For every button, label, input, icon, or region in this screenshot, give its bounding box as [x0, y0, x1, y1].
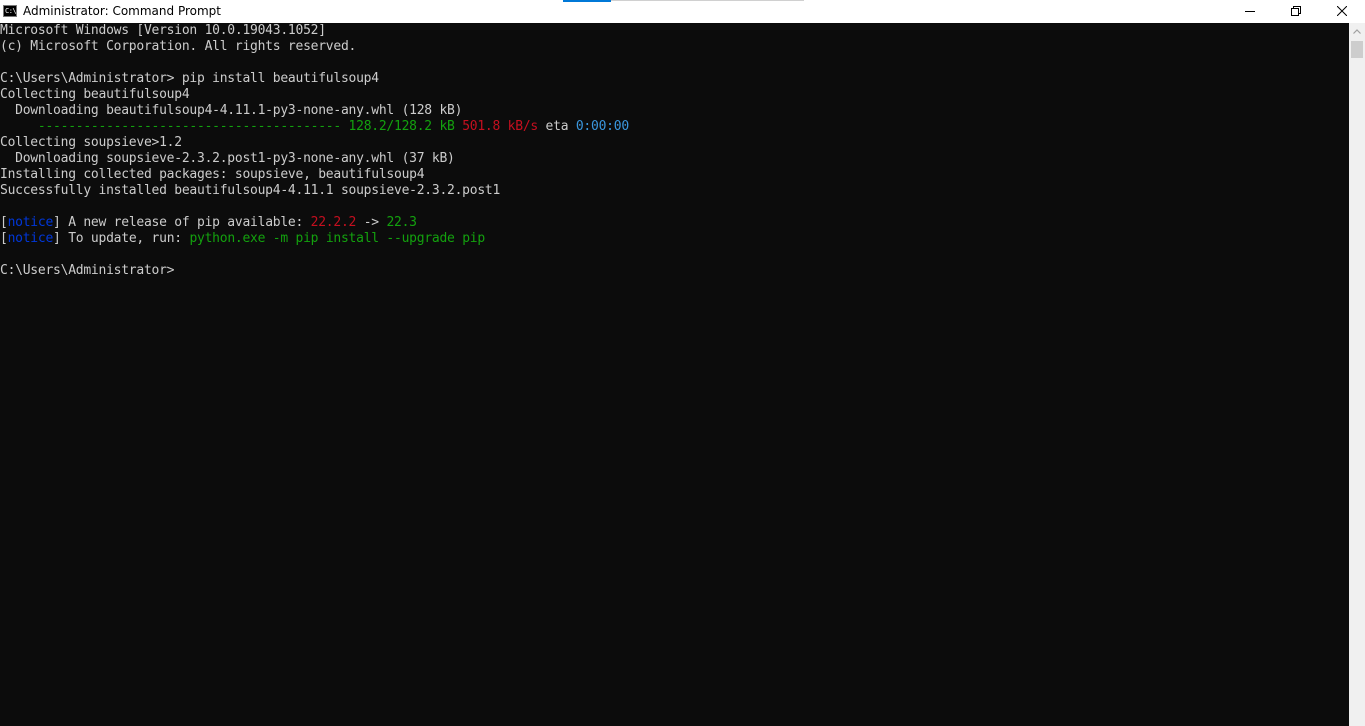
title-bar[interactable]: C:\ Administrator: Command Prompt — [0, 0, 1365, 23]
command-prompt-window: C:\ Administrator: Command Prompt Micros… — [0, 0, 1365, 726]
cmd-app-icon[interactable]: C:\ — [3, 5, 17, 17]
console-line-installing: Installing collected packages: soupsieve… — [0, 167, 425, 182]
console-line-version: Microsoft Windows [Version 10.0.19043.10… — [0, 23, 326, 38]
progress-bar: ---------------------------------------- — [37, 119, 341, 134]
title-bar-accent-line — [611, 0, 804, 1]
notice-arrow: -> — [356, 215, 387, 230]
console-line-collecting: Collecting beautifulsoup4 — [0, 87, 190, 102]
window-title: Administrator: Command Prompt — [23, 4, 221, 18]
notice-text: To update, run: — [60, 231, 190, 246]
minimize-icon — [1245, 11, 1255, 12]
scroll-thumb[interactable] — [1351, 41, 1363, 58]
progress-speed: 501.8 kB/s — [454, 119, 538, 134]
prompt: C:\Users\Administrator> — [0, 71, 175, 86]
restore-button[interactable] — [1273, 0, 1319, 23]
notice-bracket-close: ] — [53, 231, 61, 246]
console-line-downloading: Downloading beautifulsoup4-4.11.1-py3-no… — [0, 103, 463, 118]
notice-label: notice — [7, 231, 54, 246]
close-icon — [1337, 6, 1347, 16]
notice-bracket-close: ] — [53, 215, 61, 230]
vertical-scrollbar[interactable] — [1349, 23, 1365, 726]
cmd-app-icon-label: C:\ — [5, 7, 17, 15]
progress-size: 128.2/128.2 kB — [340, 119, 455, 134]
minimize-button[interactable] — [1227, 0, 1273, 23]
console-line-notice: [notice] To update, run: python.exe -m p… — [0, 231, 1349, 247]
console-line-downloading: Downloading soupsieve-2.3.2.post1-py3-no… — [0, 151, 455, 166]
notice-text: A new release of pip available: — [60, 215, 311, 230]
console-line-progress: ----------------------------------------… — [0, 119, 1349, 135]
notice-label: notice — [7, 215, 54, 230]
notice-old-version: 22.2.2 — [310, 215, 357, 230]
notice-bracket-open: [ — [0, 215, 8, 230]
title-bar-accent — [563, 0, 611, 2]
console-line-success: Successfully installed beautifulsoup4-4.… — [0, 183, 501, 198]
scroll-up-button[interactable] — [1349, 23, 1365, 40]
console-line-collecting: Collecting soupsieve>1.2 — [0, 135, 182, 150]
console-line-command: C:\Users\Administrator> pip install beau… — [0, 71, 1349, 87]
restore-icon — [1291, 6, 1301, 16]
chevron-up-icon — [1353, 29, 1361, 34]
close-button[interactable] — [1319, 0, 1365, 23]
progress-eta: 0:00:00 — [575, 119, 629, 134]
notice-new-version: 22.3 — [386, 215, 417, 230]
console-output[interactable]: Microsoft Windows [Version 10.0.19043.10… — [0, 23, 1349, 726]
console-line-prompt[interactable]: C:\Users\Administrator> — [0, 263, 1349, 279]
console-line-notice: [notice] A new release of pip available:… — [0, 215, 1349, 231]
notice-bracket-open: [ — [0, 231, 8, 246]
command-text: pip install beautifulsoup4 — [174, 71, 379, 86]
console-line-copyright: (c) Microsoft Corporation. All rights re… — [0, 39, 357, 54]
notice-upgrade-command: python.exe -m pip install --upgrade pip — [189, 231, 485, 246]
progress-eta-label: eta — [537, 119, 576, 134]
progress-indent — [0, 119, 38, 134]
